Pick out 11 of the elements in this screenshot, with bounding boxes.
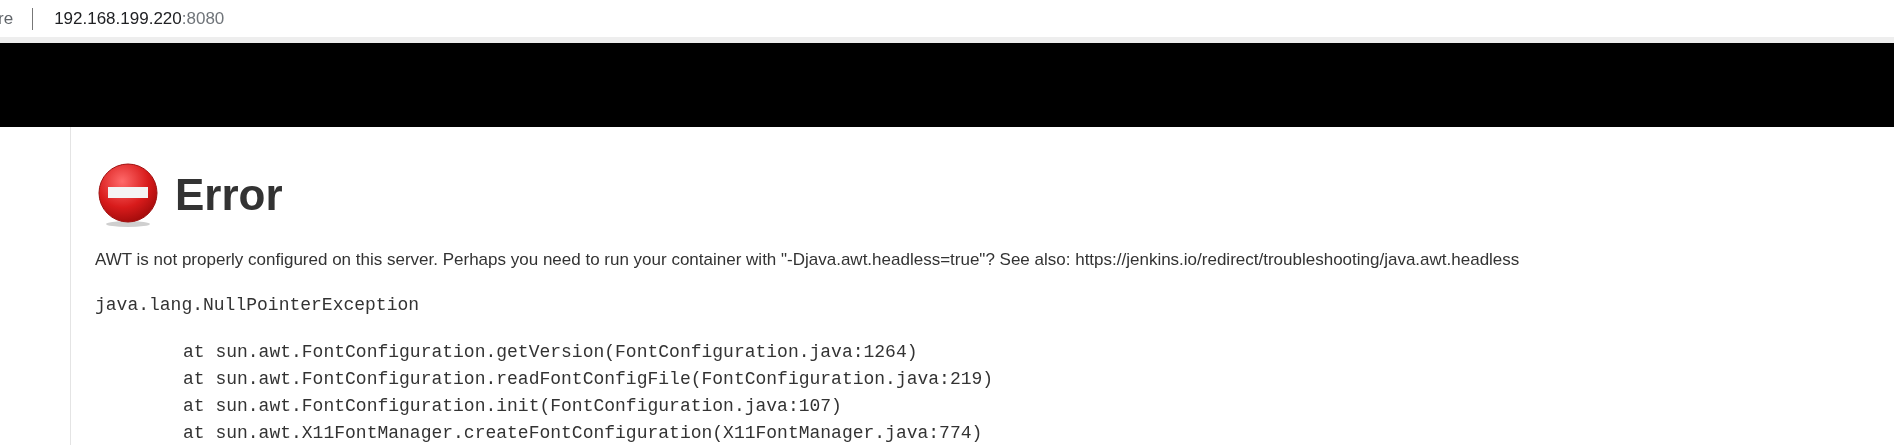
error-icon [95, 162, 161, 228]
stack-frame: at sun.awt.X11FontManager.createFontConfiguration(X11FontManager.java:774) [95, 420, 1894, 445]
security-label: re [0, 8, 14, 29]
stack-frame: at sun.awt.FontConfiguration.init(FontConfiguration.java:107) [95, 393, 1894, 420]
address-bar[interactable]: re 192.168.199.220:8080 [0, 0, 1894, 37]
stack-frame: at sun.awt.FontConfiguration.readFontConfigFile(FontConfiguration.java:219) [95, 366, 1894, 393]
url-text[interactable]: 192.168.199.220:8080 [54, 8, 225, 29]
stack-frame: at sun.awt.FontConfiguration.getVersion(FontConfiguration.java:1264) [95, 339, 1894, 366]
error-title: Error [175, 170, 283, 220]
error-message: AWT is not properly configured on this server. Perhaps you need to run your container with "-Djava.awt.headless=true"? See also: https://jenkins.io/redirect/troubleshooting/java.awt.headless [95, 250, 1521, 270]
exception-line: java.lang.NullPointerException [95, 294, 421, 317]
